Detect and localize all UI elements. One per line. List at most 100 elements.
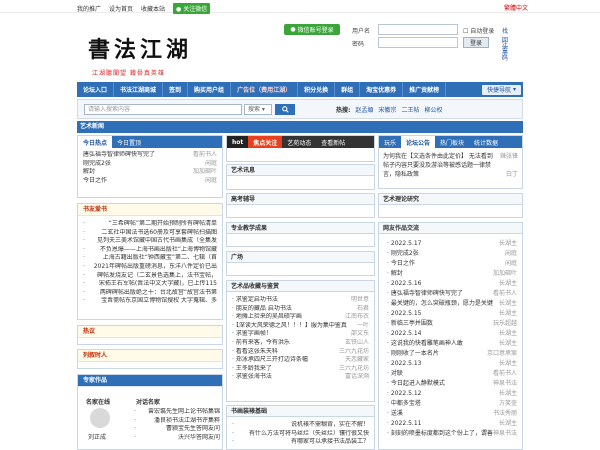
expert-name[interactable]: 刘正成 [88, 432, 106, 441]
list-item[interactable]: 今日之作 闲庭 [387, 259, 517, 269]
list-item[interactable]: 2022.5.17 长湖主 [387, 239, 517, 249]
item-author[interactable]: 邵文东 [351, 330, 369, 339]
item-title[interactable]: 今日起进入静默模式 [387, 379, 445, 389]
list-item[interactable]: 最关键的，怎么突破瓶颈，愿力是关键长湖主 [387, 299, 517, 309]
tab-stats[interactable]: 统计数据 [469, 136, 503, 148]
tab-announcement[interactable]: 论坛公告 [401, 136, 436, 148]
notice-text[interactable]: 为何我在【文选条件由此定价】 无法看到帖子内容只要没及游治等被感话题一律禁言，隐… [383, 152, 495, 179]
item-title[interactable]: 2022.5.12 [387, 389, 422, 399]
item-author[interactable]: 京口意承案 [487, 349, 517, 359]
tab-today-hot[interactable]: 今日热点 [78, 136, 113, 148]
list-item[interactable]: 潘良祯书法江湖书评集粹 [134, 417, 220, 426]
item-author[interactable]: 石君 [357, 305, 369, 314]
tab-hot[interactable]: hot [227, 136, 249, 148]
login-button[interactable]: 登录 [463, 37, 489, 48]
nav-item-points[interactable]: 积分兑换 [298, 82, 336, 97]
nav-item-signin[interactable]: 签到 [163, 82, 189, 97]
item-title[interactable]: 刚刚收了一本名片 [387, 349, 439, 359]
item-title[interactable]: 求鉴定启功书法 [232, 296, 278, 305]
item-title[interactable]: 王冬龄我来了 [232, 365, 272, 374]
item-author[interactable]: 长湖主 [499, 359, 517, 369]
item-title[interactable]: 解封 [387, 269, 403, 279]
list-item[interactable]: 两碑碑帖出版绝之十：台北故宫“故宫法书第 [83, 289, 217, 298]
list-item[interactable]: 二玄社中国法书选60册及可享套碑帖扫描图 [83, 229, 217, 238]
item-author[interactable]: 富话深溯 [345, 373, 369, 382]
tab-hot-boards[interactable]: 热门板块 [435, 136, 469, 148]
list-item[interactable]: 今日之作 闲庭 [83, 177, 217, 186]
list-item[interactable]: 看看这张朱天科 三六九花坊 [232, 348, 369, 357]
item-title[interactable]: 2022.5.14 [387, 329, 422, 339]
list-item[interactable]: 碑帖发烧友记（二玄景色选集上，法书宝帖， [83, 272, 217, 281]
item-author[interactable]: 明世意 [351, 296, 369, 305]
hot-search-item[interactable]: 赵孟頫 [355, 105, 373, 114]
list-item[interactable]: 刻刻的喷墨标度都到这个份上了，谓善神泉书法 [387, 429, 517, 439]
item-author[interactable]: 三六九花坊 [339, 365, 369, 374]
nav-item-buy-group[interactable]: 购买用户组 [188, 82, 232, 97]
list-item[interactable]: 解封 加加碉叶 [83, 168, 217, 177]
list-item[interactable]: 有哪家可以承接书法品装工？ [232, 438, 369, 447]
item-author[interactable]: 长湖主 [499, 309, 517, 319]
item-author[interactable]: 闲庭 [505, 249, 517, 259]
list-item[interactable]: 前有来客，今有洪乐 玄铁山人 [232, 339, 369, 348]
list-item[interactable]: 宋拓王右军帖(晋法中文大字藏)，已上传115 [83, 280, 217, 289]
nav-item-shop[interactable]: 书法江湖商城 [114, 82, 164, 97]
hot-search-item[interactable]: 宋徽宗 [378, 105, 396, 114]
list-item[interactable]: 【深读大风荣德之风！！！】服为集中鉴真 一叶 [232, 322, 369, 331]
list-item[interactable]: 刚刚收了一本名片 京口意承案 [387, 349, 517, 359]
item-author[interactable]: 长湖主 [499, 279, 517, 289]
list-item[interactable]: 2022.5.16 长湖主 [387, 279, 517, 289]
item-author[interactable]: 长湖主 [499, 239, 517, 249]
item-author[interactable]: 闲庭 [205, 160, 217, 169]
list-item[interactable]: 这说我的快看雕笔画神人敢 长湖主 [387, 339, 517, 349]
password-input[interactable] [378, 37, 458, 48]
item-title[interactable]: 解封 [83, 168, 95, 177]
list-item[interactable]: 2022.5.15 长湖主 [387, 309, 517, 319]
list-item[interactable]: 中都多宝塔 方笑壶 [387, 399, 517, 409]
item-author[interactable]: 江南布衣 [345, 313, 369, 322]
list-item[interactable]: 求鉴定启功书法 明世意 [232, 296, 369, 305]
item-author[interactable]: 三六九花坊 [339, 348, 369, 357]
item-title[interactable]: 中都多宝塔 [387, 399, 421, 409]
item-author[interactable]: 玄铁山人 [345, 339, 369, 348]
item-author[interactable]: 一叶 [357, 322, 369, 331]
item-author[interactable]: 长湖主 [499, 419, 517, 429]
item-title[interactable]: 朋友的藏品 启功书法 [232, 305, 292, 314]
tab-art-news[interactable]: 艺苑动态 [282, 136, 316, 148]
tab-focus[interactable]: 焦点关注 [248, 136, 283, 148]
item-author[interactable]: 书法秀丽 [493, 409, 517, 419]
item-title[interactable]: 刚完成2张 [83, 160, 111, 169]
item-author[interactable]: 看前书人 [493, 289, 517, 299]
list-item[interactable]: 2021年碑帖出版重磅消息，东洋八件定价已出 [83, 263, 217, 272]
list-item[interactable]: 有什么方法可将马丝烂（失丝烂）镶行很又快 [232, 430, 369, 439]
item-title[interactable]: 2022.5.15 [387, 309, 422, 319]
list-item[interactable]: 刚完成2张 闲庭 [83, 160, 217, 169]
item-author[interactable]: 长湖主 [499, 329, 517, 339]
tab-today-top[interactable]: 今日置顶 [112, 136, 146, 148]
item-author[interactable]: 加加碉叶 [193, 168, 217, 177]
item-title[interactable]: 郑泳承四尺三开打边诗条幅 [232, 356, 308, 365]
quick-nav-button[interactable]: 快捷导航 ▾ [482, 84, 521, 95]
item-title[interactable]: 2022.5.16 [387, 279, 422, 289]
nav-item-groups[interactable]: 群组 [335, 82, 361, 97]
item-title[interactable]: 唐弘福寺智律师碑快写完了 [83, 151, 155, 160]
item-author[interactable]: 玩乐超越 [493, 319, 517, 329]
item-title[interactable]: 求鉴张海书法 [232, 373, 272, 382]
item-title[interactable]: 2022.5.17 [387, 239, 422, 249]
nav-item-forum[interactable]: 论坛入口 [77, 82, 115, 97]
item-author[interactable]: 看前书人 [193, 151, 217, 160]
item-author[interactable]: 加加碉叶 [493, 269, 517, 279]
tab-new-posts[interactable]: 查看新帖 [316, 136, 350, 148]
list-item[interactable]: 不负恩爆——上海书画出版社“上海博物馆藏 [83, 246, 217, 255]
search-input[interactable]: 请输入搜索内容 [84, 104, 242, 115]
list-item[interactable]: 今日起进入静默模式 神泉书法 [387, 379, 517, 389]
hot-search-item[interactable]: 二王帖 [401, 105, 419, 114]
item-author[interactable]: 长湖主 [499, 299, 517, 309]
item-title[interactable]: 刻刻的喷墨标度都到这个份上了，谓善 [387, 429, 493, 439]
list-item[interactable]: 朋友的藏品 启功书法 石君 [232, 305, 369, 314]
item-title[interactable]: 地摊上捡来的吴昌硕字画 [232, 313, 302, 322]
my-promotion-link[interactable]: 我的推广 [77, 4, 101, 13]
item-title[interactable]: 前有来客，今有洪乐 [232, 339, 290, 348]
register-link[interactable]: 注册 [502, 39, 508, 57]
set-homepage-link[interactable]: 设为首页 [109, 4, 133, 13]
list-item[interactable]: 2022.5.13 长湖主 [387, 359, 517, 369]
